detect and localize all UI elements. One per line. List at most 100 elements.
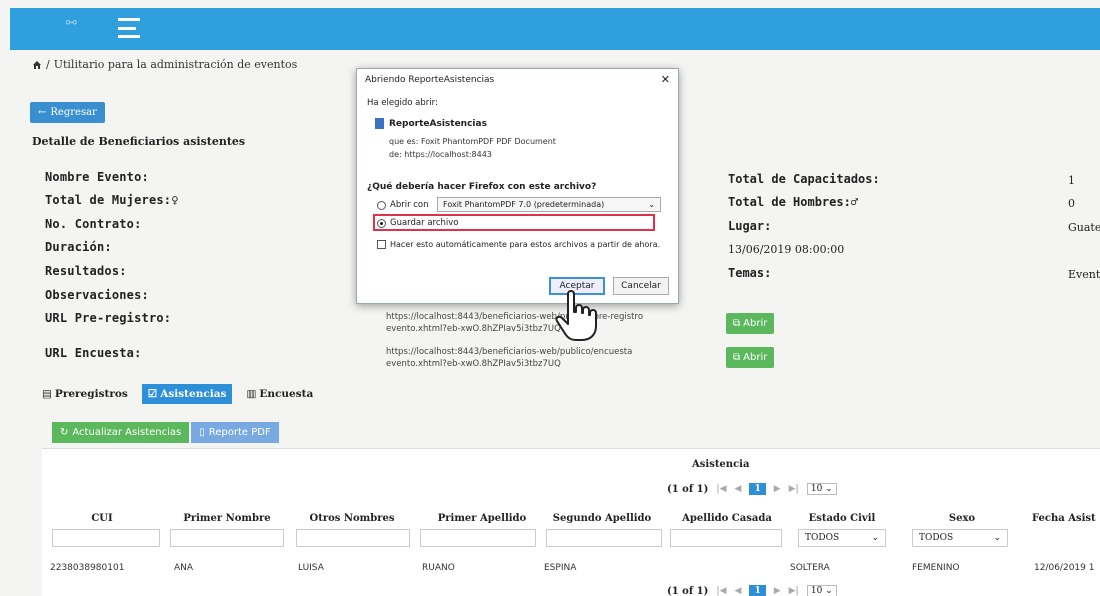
back-button[interactable]: ← Regresar [30, 102, 105, 123]
next-page-icon[interactable]: ▶ [774, 484, 781, 494]
label-observaciones: Observaciones: [45, 288, 149, 302]
cell-otros-nombres: LUISA [298, 563, 324, 573]
breadcrumb: / Utilitario para la administración de e… [32, 58, 297, 71]
label-total-capacitados: Total de Capacitados: [728, 172, 880, 186]
col-header-primer-nombre[interactable]: Primer Nombre [172, 513, 282, 524]
save-file-radio[interactable] [377, 218, 386, 228]
female-icon: ♀ [171, 193, 179, 207]
home-icon[interactable] [32, 60, 42, 70]
label-lugar: Lugar: [728, 219, 772, 233]
col-header-sexo[interactable]: Sexo [912, 513, 1012, 524]
col-header-apellido-casada[interactable]: Apellido Casada [667, 513, 787, 524]
col-header-estado-civil[interactable]: Estado Civil [792, 513, 892, 524]
pager-bottom: (1 of 1) |◀ ◀ 1 ▶ ▶| 10 ⌄ [667, 585, 837, 596]
save-file-radio-row[interactable]: Guardar archivo [377, 218, 459, 228]
filter-segundo-apellido-input[interactable] [546, 529, 662, 547]
male-icon: ♂ [850, 195, 859, 209]
check-square-icon: ☑ [147, 388, 158, 400]
file-icon [375, 118, 384, 129]
label-url-encuesta: URL Encuesta: [45, 346, 142, 360]
arrow-left-icon: ← [38, 107, 47, 118]
url-encuesta-text[interactable]: https://localhost:8443/beneficiarios-web… [386, 346, 666, 370]
open-with-app-select[interactable]: Foxit PhantomPDF 7.0 (predeterminada) ⌄ [437, 197, 661, 212]
cell-sexo: FEMENINO [912, 563, 960, 573]
dialog-file-name: ReporteAsistencias [375, 118, 487, 129]
app-logo: ⚯ [66, 16, 77, 31]
open-with-radio[interactable] [377, 200, 386, 210]
cell-primer-nombre: ANA [174, 563, 194, 573]
open-with-radio-row[interactable]: Abrir con [377, 200, 429, 210]
attendance-table: Asistencia (1 of 1) |◀ ◀ 1 ▶ ▶| 10 ⌄ CUI… [42, 448, 1100, 596]
auto-action-checkbox-row[interactable]: Hacer esto automáticamente para estos ar… [377, 240, 660, 249]
rows-per-page-select[interactable]: 10 ⌄ [806, 585, 837, 596]
cell-cui: 2238038980101 [50, 563, 125, 573]
label-resultados: Resultados: [45, 264, 127, 278]
first-page-icon[interactable]: |◀ [716, 586, 726, 596]
page-1-button[interactable]: 1 [749, 585, 766, 596]
last-page-icon[interactable]: ▶| [789, 484, 799, 494]
cell-estado-civil: SOLTERA [790, 563, 830, 573]
filter-otros-nombres-input[interactable] [296, 529, 410, 547]
filter-cui-input[interactable] [52, 529, 160, 547]
menu-toggle-icon[interactable] [118, 18, 140, 38]
tab-asistencias[interactable]: ☑ Asistencias [141, 384, 233, 404]
chevron-down-icon: ⌄ [993, 533, 1001, 543]
filter-apellido-casada-input[interactable] [670, 529, 782, 547]
prev-page-icon[interactable]: ◀ [735, 484, 742, 494]
dialog-file-type: que es: Foxit PhantomPDF PDF Document [389, 137, 556, 146]
open-encuesta-button[interactable]: ⧉ Abrir [726, 347, 775, 368]
dialog-title: Abriendo ReporteAsistencias [365, 75, 495, 85]
rows-per-page-select[interactable]: 10 ⌄ [806, 483, 837, 495]
filter-primer-nombre-input[interactable] [170, 529, 284, 547]
external-link-icon: ⧉ [733, 352, 741, 363]
col-header-segundo-apellido[interactable]: Segundo Apellido [542, 513, 662, 524]
filter-sexo-select[interactable]: TODOS ⌄ [912, 529, 1008, 547]
tab-encuesta[interactable]: ▥ Encuesta [240, 384, 319, 404]
close-icon[interactable]: ✕ [661, 73, 670, 86]
dialog-question: ¿Qué debería hacer Firefox con este arch… [367, 182, 597, 192]
tab-bar: ▤ Preregistros ☑ Asistencias ▥ Encuesta [36, 382, 319, 406]
bar-chart-icon: ▥ [246, 388, 257, 400]
action-bar: ↻ Actualizar Asistencias ▯ Reporte PDF [52, 422, 279, 443]
next-page-icon[interactable]: ▶ [774, 586, 781, 596]
col-header-otros-nombres[interactable]: Otros Nombres [297, 513, 407, 524]
filter-estado-civil-select[interactable]: TODOS ⌄ [798, 529, 886, 547]
chevron-down-icon: ⌄ [648, 200, 655, 209]
value-total-capacitados: 1 [1068, 174, 1075, 187]
cancel-button[interactable]: Cancelar [613, 277, 669, 295]
label-temas: Temas: [728, 266, 772, 280]
value-fecha-evento: 13/06/2019 08:00:00 [728, 243, 845, 256]
file-pdf-icon: ▯ [199, 427, 205, 438]
refresh-icon: ↻ [60, 427, 69, 438]
first-page-icon[interactable]: |◀ [716, 484, 726, 494]
col-header-primer-apellido[interactable]: Primer Apellido [422, 513, 542, 524]
label-url-preregistro: URL Pre-registro: [45, 311, 172, 325]
col-header-cui[interactable]: CUI [82, 513, 122, 524]
url-preregistro-text[interactable]: https://localhost:8443/beneficiarios-web… [386, 311, 666, 335]
col-header-fecha[interactable]: Fecha Asist [1032, 513, 1100, 524]
external-link-icon: ⧉ [733, 318, 741, 329]
cell-segundo-apellido: ESPINA [544, 563, 577, 573]
cell-fecha: 12/06/2019 1 [1034, 563, 1095, 573]
back-button-label: Regresar [50, 107, 97, 118]
refresh-attendance-button[interactable]: ↻ Actualizar Asistencias [52, 422, 190, 443]
label-duracion: Duración: [45, 240, 112, 254]
dialog-file-source: de: https://localhost:8443 [389, 150, 492, 159]
pdf-report-button[interactable]: ▯ Reporte PDF [191, 422, 279, 443]
open-preregistro-button[interactable]: ⧉ Abrir [726, 313, 775, 334]
prev-page-icon[interactable]: ◀ [735, 586, 742, 596]
cell-primer-apellido: RUANO [422, 563, 455, 573]
breadcrumb-current: Utilitario para la administración de eve… [53, 58, 298, 71]
last-page-icon[interactable]: ▶| [789, 586, 799, 596]
dialog-chosen-text: Ha elegido abrir: [367, 98, 438, 108]
auto-action-checkbox[interactable] [377, 240, 386, 249]
pager-top: (1 of 1) |◀ ◀ 1 ▶ ▶| 10 ⌄ [667, 483, 837, 495]
filter-primer-apellido-input[interactable] [420, 529, 536, 547]
tab-preregistros[interactable]: ▤ Preregistros [36, 384, 134, 404]
download-dialog: Abriendo ReporteAsistencias ✕ Ha elegido… [356, 68, 679, 304]
top-navbar: ⚯ [10, 8, 1100, 50]
hand-pointer-icon [555, 290, 597, 341]
label-nombre-evento: Nombre Evento: [45, 170, 149, 184]
page-1-button[interactable]: 1 [749, 483, 766, 495]
label-total-hombres: Total de Hombres:♂ [728, 195, 859, 209]
